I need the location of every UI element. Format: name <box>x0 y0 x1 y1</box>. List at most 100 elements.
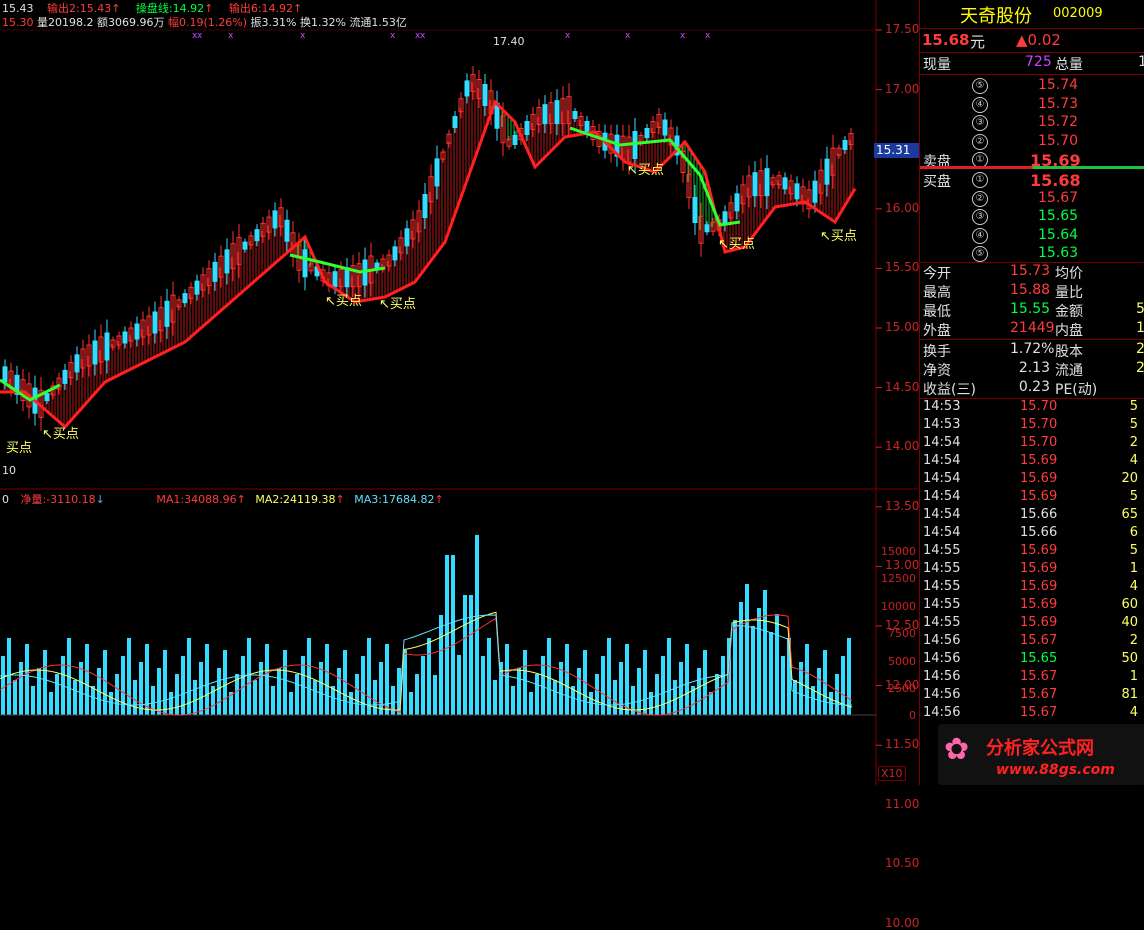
price-axis-tick: 17.00 <box>885 81 920 96</box>
candle-body <box>554 100 560 125</box>
kline-chart-area[interactable]: xxxxxxxxxxx 15.43 输出2:15.43↑ 操盘线:14.92↑ … <box>0 0 920 930</box>
volume-bar <box>661 656 665 715</box>
tick-row[interactable]: 14:53 15.70 5 <box>920 417 1144 435</box>
price-axis-tick: 14.50 <box>885 379 920 394</box>
stat-row: 最高 15.88 量比 <box>923 282 1083 301</box>
stat-row: 净资 2.13 流通 2 <box>923 360 1144 379</box>
watermark-url: www.88gs.com <box>996 762 1115 778</box>
bid-level-row[interactable]: ③ 15.65 <box>920 208 1144 226</box>
volume-bar <box>601 656 605 715</box>
order-level-icon: ⑤ <box>972 246 988 263</box>
tick-row[interactable]: 14:53 15.70 5 <box>920 399 1144 417</box>
tick-row[interactable]: 14:55 15.69 40 <box>920 615 1144 633</box>
candle-body <box>74 354 80 373</box>
volume-bar <box>595 674 599 715</box>
tick-row[interactable]: 14:56 15.67 2 <box>920 633 1144 651</box>
buy-point-label: ↖买点 <box>718 237 755 252</box>
header-open: 15.30 <box>2 16 34 29</box>
order-level-icon: ④ <box>972 227 988 244</box>
candle-body <box>122 331 128 344</box>
tick-row[interactable]: 14:56 15.67 4 <box>920 705 1144 723</box>
volume-bar <box>619 662 623 715</box>
tick-row[interactable]: 14:55 15.69 5 <box>920 543 1144 561</box>
left-edge-label: 10 <box>2 464 16 477</box>
tick-row[interactable]: 14:54 15.66 65 <box>920 507 1144 525</box>
candle-body <box>542 104 548 125</box>
candle-body <box>572 111 578 119</box>
bid-level-row[interactable]: ④ 15.64 <box>920 227 1144 245</box>
tick-row[interactable]: 14:56 15.67 1 <box>920 669 1144 687</box>
candle-body <box>2 366 8 383</box>
candle-body <box>272 210 278 229</box>
signal-marker: x <box>228 31 234 41</box>
volume-bar <box>253 680 257 715</box>
signal-marker: x <box>565 31 571 41</box>
volume-bar <box>679 662 683 715</box>
volume-bar <box>493 680 497 715</box>
price-change: ▲0.02 <box>1016 31 1061 49</box>
volume-bar <box>361 656 365 715</box>
volume-bar <box>475 535 479 715</box>
candle-body <box>842 140 848 150</box>
bid-level-row[interactable]: 买盘 ① 15.68 <box>920 171 1144 190</box>
volume-bar <box>7 638 11 715</box>
tick-row[interactable]: 14:54 15.69 4 <box>920 453 1144 471</box>
volume-bar <box>673 680 677 715</box>
tick-row[interactable]: 14:55 15.69 4 <box>920 579 1144 597</box>
candle-body <box>152 311 158 334</box>
header-volume: 量20198.2 <box>37 16 94 29</box>
volume-bar <box>355 674 359 715</box>
volume-bar <box>295 674 299 715</box>
tick-row[interactable]: 14:54 15.70 2 <box>920 435 1144 453</box>
tick-row[interactable]: 14:55 15.69 1 <box>920 561 1144 579</box>
stat-row: 换手 1.72% 股本 2 <box>923 341 1144 360</box>
candle-body <box>212 261 218 282</box>
volume-ma1: MA1:34088.96 <box>156 493 237 506</box>
candle-body <box>284 219 290 242</box>
volume-bar <box>481 656 485 715</box>
stat-row: 外盘 21449 内盘 1 <box>923 320 1144 339</box>
buy-point-label: ↖买点 <box>627 163 664 178</box>
volume-axis-tick: 2500 <box>888 682 916 695</box>
candle-body <box>44 393 50 402</box>
volume-bar <box>757 608 761 715</box>
tick-row[interactable]: 14:56 15.67 81 <box>920 687 1144 705</box>
tick-row[interactable]: 14:54 15.69 20 <box>920 471 1144 489</box>
volume-bar <box>553 680 557 715</box>
volume-bar <box>457 655 461 715</box>
volume-bar <box>745 584 749 715</box>
volume-bar <box>169 692 173 715</box>
tick-row[interactable]: 14:56 15.65 50 <box>920 651 1144 669</box>
tick-row[interactable]: 14:54 15.69 5 <box>920 489 1144 507</box>
volume-bar <box>739 602 743 715</box>
current-price-tag: 15.31 <box>874 143 920 158</box>
price-axis-tick: 11.50 <box>885 737 920 752</box>
tick-row[interactable]: 14:54 15.66 6 <box>920 525 1144 543</box>
price-axis-tick: 11.00 <box>885 796 920 811</box>
ask-level-row[interactable]: ③ 15.72 <box>920 114 1144 132</box>
bid-level-row[interactable]: ② 15.67 <box>920 190 1144 208</box>
ask-level-row[interactable]: ⑤ 15.74 <box>920 77 1144 95</box>
price-unit: 元 <box>970 33 986 51</box>
total-volume: 1 <box>1138 54 1144 70</box>
volume-multiplier: X10 <box>878 766 906 781</box>
volume-bar <box>103 650 107 715</box>
tick-row[interactable]: 14:55 15.69 60 <box>920 597 1144 615</box>
quote-panel: 天奇股份 002009 15.68 元 ▲0.02 现量 725 总量 1 ⑤1… <box>919 0 1144 785</box>
ask-level-row[interactable]: ② 15.70 <box>920 133 1144 151</box>
candle-body <box>392 246 398 261</box>
header-turnover: 换1.32% <box>299 16 346 29</box>
volume-bar <box>127 638 131 715</box>
candle-body <box>134 323 140 340</box>
kline-chart-svg[interactable]: xxxxxxxxxxx <box>0 0 918 785</box>
volume-bar <box>649 692 653 715</box>
flower-logo-icon: ✿ <box>944 732 970 767</box>
volume-bar <box>835 674 839 715</box>
volume-bar <box>769 632 773 715</box>
ask-level-row[interactable]: ④ 15.73 <box>920 96 1144 114</box>
bid-level-row[interactable]: ⑤ 15.63 <box>920 245 1144 263</box>
volume-bar <box>451 555 455 715</box>
indicator-header-2: 15.30 量20198.2 额3069.96万 幅0.19(1.26%) 振3… <box>2 14 407 30</box>
candle-body <box>182 293 188 304</box>
volume-bar <box>367 638 371 715</box>
